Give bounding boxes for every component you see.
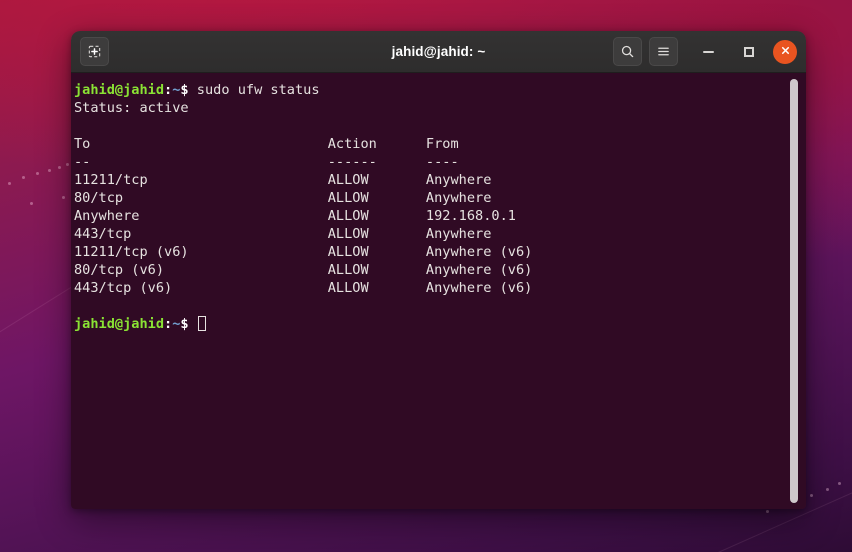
prompt-user-host: jahid@jahid	[74, 82, 165, 98]
terminal-scrollbar[interactable]	[790, 79, 798, 503]
close-button[interactable]	[773, 39, 797, 64]
terminal-output: jahid@jahid:~$ sudo ufw status Status: ac…	[71, 81, 806, 333]
prompt-sigil: $	[180, 82, 189, 98]
table-row: 11211/tcp ALLOW Anywhere	[74, 172, 492, 188]
hamburger-menu-icon	[656, 44, 671, 59]
maximize-icon	[744, 46, 754, 57]
table-header-row: To Action From	[74, 136, 459, 152]
wallpaper-dots	[0, 150, 80, 210]
table-row: Anywhere ALLOW 192.168.0.1	[74, 208, 516, 224]
prompt-user-host: jahid@jahid	[74, 316, 165, 332]
desktop-background: jahid@jahid: ~ jahid@jahid:~$ sudo ufw s…	[0, 0, 852, 552]
maximize-button[interactable]	[736, 39, 762, 65]
terminal-body[interactable]: jahid@jahid:~$ sudo ufw status Status: ac…	[71, 73, 806, 509]
new-tab-button[interactable]	[80, 37, 109, 66]
table-row: 443/tcp ALLOW Anywhere	[74, 226, 492, 242]
scrollbar-thumb[interactable]	[790, 79, 798, 503]
minimize-icon	[702, 50, 714, 53]
table-row: 443/tcp (v6) ALLOW Anywhere (v6)	[74, 280, 533, 296]
search-icon	[620, 44, 635, 59]
new-tab-icon	[87, 44, 102, 59]
minimize-button[interactable]	[695, 39, 721, 65]
table-row: 11211/tcp (v6) ALLOW Anywhere (v6)	[74, 244, 533, 260]
search-button[interactable]	[613, 37, 642, 66]
status-line: Status: active	[74, 100, 189, 116]
table-separator-row: -- ------ ----	[74, 154, 459, 170]
table-row: 80/tcp (v6) ALLOW Anywhere (v6)	[74, 262, 533, 278]
prompt-line: jahid@jahid:~$	[73, 315, 806, 333]
prompt-colon: :	[164, 316, 173, 332]
table-row: 80/tcp ALLOW Anywhere	[74, 190, 492, 206]
window-titlebar: jahid@jahid: ~	[71, 31, 806, 73]
prompt-colon: :	[164, 82, 173, 98]
terminal-window: jahid@jahid: ~ jahid@jahid:~$ sudo ufw s…	[71, 31, 806, 509]
close-icon	[780, 43, 791, 61]
terminal-cursor	[197, 316, 206, 331]
command-line: jahid@jahid:~$ sudo ufw status	[73, 81, 806, 99]
menu-button[interactable]	[649, 37, 678, 66]
command-text: sudo ufw status	[188, 82, 320, 98]
window-controls	[613, 37, 797, 66]
prompt-sigil: $	[180, 316, 189, 332]
